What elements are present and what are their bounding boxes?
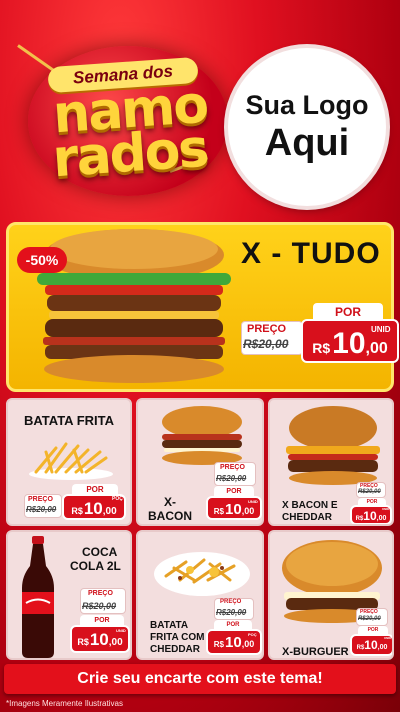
product-name-line2: COLA 2L <box>70 559 121 573</box>
unit-label: UNID <box>116 628 126 633</box>
old-price-label: PREÇO <box>247 323 287 335</box>
product-name: X-BURGUER <box>282 646 349 658</box>
logo-placeholder[interactable]: Sua Logo Aqui <box>228 48 386 206</box>
old-price-value: R$20,00 <box>216 474 247 483</box>
old-price-value: R$20,00 <box>82 601 117 611</box>
logo-text-line1: Sua Logo <box>245 89 369 120</box>
campaign-title-line2: rados <box>50 118 210 190</box>
old-price-label: PREÇO <box>28 496 53 503</box>
product-name-line1: BATATA <box>150 620 189 631</box>
logo-text-line2: Aqui <box>264 121 350 164</box>
discount-badge: -50% <box>17 247 67 273</box>
product-card-x-bacon[interactable]: X- BACON PREÇO R$20,00 POR R$ 10 ,00 UNI… <box>136 398 264 526</box>
product-name-line3: CHEDDAR <box>150 644 200 655</box>
new-price-decimal: ,00 <box>365 340 388 357</box>
soda-bottle-image <box>22 536 54 658</box>
old-price-label: PREÇO <box>220 599 242 605</box>
new-price-currency: R$ <box>213 640 225 649</box>
product-card-batata-cheddar[interactable]: BATATA FRITA COM CHEDDAR PREÇO R$20,00 P… <box>136 530 264 660</box>
product-name: BATATA FRITA <box>24 413 115 428</box>
new-price-integer: 10 <box>89 630 109 649</box>
product-name-line2: BACON <box>148 509 192 523</box>
unit-label: UNID <box>384 636 392 640</box>
new-price-currency: R$ <box>356 645 365 651</box>
new-price-decimal: ,00 <box>377 644 388 651</box>
price-tag: PREÇO R$20,00 POR R$ 10 ,00 UNID <box>348 482 392 524</box>
price-tag: PREÇO R$20,00 POR R$ 10 ,00 UNID <box>204 462 262 524</box>
cta-banner[interactable]: Crie seu encarte com este tema! <box>4 664 396 694</box>
new-price-currency: R$ <box>71 506 83 516</box>
product-card-x-burguer[interactable]: X-BURGUER PREÇO R$20,00 POR R$ 10 ,00 UN… <box>268 530 394 660</box>
new-price-integer: 10 <box>225 501 242 518</box>
new-price-currency: R$ <box>77 637 89 647</box>
disclaimer-footnote: *Imagens Meramente Ilustrativas <box>6 699 123 708</box>
new-price-decimal: ,00 <box>102 506 117 517</box>
new-price-decimal: ,00 <box>241 639 255 649</box>
new-price-currency: R$ <box>355 516 364 522</box>
cheese-fries-image <box>154 552 250 596</box>
new-price-integer: 10 <box>364 638 378 652</box>
old-price-value: R$20,00 <box>216 608 247 617</box>
old-price-value: R$20,00 <box>243 337 289 351</box>
price-tag: PREÇO R$20,00 POR R$ 10 ,00 POÇ <box>22 484 130 524</box>
featured-product-title: X - TUDO <box>241 237 381 270</box>
new-price-decimal: ,00 <box>376 515 387 522</box>
product-name-line1: COCA <box>82 545 118 559</box>
new-price-integer: 10 <box>332 327 366 360</box>
new-price-currency: R$ <box>213 507 225 516</box>
price-tag: PREÇO R$20,00 POR R$ 10 ,00 UNID <box>66 588 130 656</box>
price-tag: PREÇO R$20,00 POR R$ 10 ,00 POÇ <box>204 598 262 658</box>
flyer-page: Semana dos namo rados Sua Logo Aqui -50%… <box>0 0 400 712</box>
burger-image <box>286 406 380 485</box>
product-card-batata-frita[interactable]: BATATA FRITA PREÇO R$20,00 POR R$ 10 ,00… <box>6 398 132 526</box>
product-name-line1: X- <box>164 495 176 509</box>
unit-label: POÇ <box>248 632 257 637</box>
featured-price-tag: PREÇO R$20,00 POR R$ 10 ,00 UNID <box>235 301 399 373</box>
product-name-line2: CHEDDAR <box>282 512 332 523</box>
old-price-label: PREÇO <box>360 609 378 615</box>
new-price-decimal: ,00 <box>108 637 123 648</box>
featured-product-card[interactable]: -50% X - TUDO PREÇO R$20,00 POR R$ 10 ,0… <box>6 222 399 392</box>
product-name-line2: FRITA COM <box>150 632 205 643</box>
new-price-integer: 10 <box>225 634 242 651</box>
unit-label: POÇ <box>112 496 123 502</box>
new-price-integer: 10 <box>83 499 103 518</box>
unit-label: UNID <box>382 507 390 511</box>
price-tag: PREÇO R$20,00 POR R$ 10 ,00 UNID <box>348 608 392 658</box>
old-price-value: R$20,00 <box>358 489 381 495</box>
old-price-value: R$20,00 <box>26 505 57 514</box>
product-name-line1: X BACON E <box>282 500 338 511</box>
old-price-label: PREÇO <box>220 464 245 471</box>
product-card-x-bacon-cheddar[interactable]: X BACON E CHEDDAR PREÇO R$20,00 POR R$ 1… <box>268 398 394 526</box>
new-price-decimal: ,00 <box>241 506 255 516</box>
product-card-coca-cola[interactable]: COCA COLA 2L PREÇO R$20,00 POR R$ 10 ,00… <box>6 530 132 660</box>
header: Semana dos namo rados Sua Logo Aqui <box>0 0 400 218</box>
new-price-currency: R$ <box>312 340 331 356</box>
fries-image <box>29 442 113 480</box>
old-price-value: R$20,00 <box>358 616 381 622</box>
new-price-integer: 10 <box>363 509 377 523</box>
old-price-label: PREÇO <box>88 590 113 597</box>
unit-label: UNID <box>371 325 391 334</box>
burger-image <box>162 406 242 465</box>
unit-label: UNID <box>248 499 258 504</box>
